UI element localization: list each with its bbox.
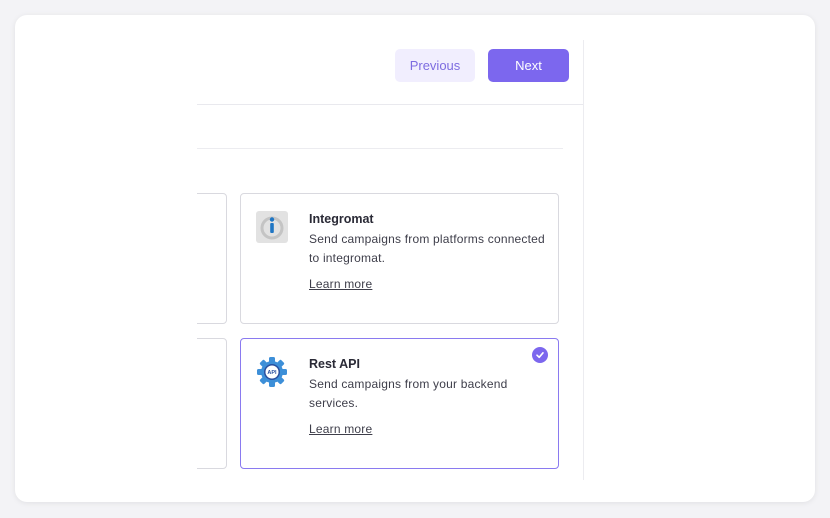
next-button[interactable]: Next — [488, 49, 569, 82]
integration-card-rest-api[interactable]: API Rest API Send campaigns from your ba… — [240, 338, 559, 469]
previous-button[interactable]: Previous — [395, 49, 475, 82]
card-description: Send campaigns from your backend service… — [309, 377, 508, 410]
card-title: Rest API — [309, 357, 360, 371]
rest-api-gear-icon: API — [256, 356, 288, 388]
integration-card-partial[interactable] — [197, 193, 227, 324]
main-card: Previous Next g Integromat Send campaign… — [15, 15, 815, 502]
integrations-panel: Previous Next g Integromat Send campaign… — [197, 40, 584, 480]
card-description: Send campaigns from platforms connected … — [309, 232, 545, 265]
section-divider — [197, 148, 563, 149]
integration-card-integromat[interactable]: Integromat Send campaigns from platforms… — [240, 193, 559, 324]
svg-text:API: API — [267, 370, 277, 376]
wizard-toolbar: Previous Next — [197, 40, 583, 105]
integration-card-partial[interactable]: g — [197, 338, 227, 469]
selected-check-icon — [532, 347, 548, 363]
learn-more-link[interactable]: Learn more — [309, 277, 372, 291]
card-title: Integromat — [309, 212, 374, 226]
learn-more-link[interactable]: Learn more — [309, 422, 372, 436]
integromat-icon — [256, 211, 288, 243]
